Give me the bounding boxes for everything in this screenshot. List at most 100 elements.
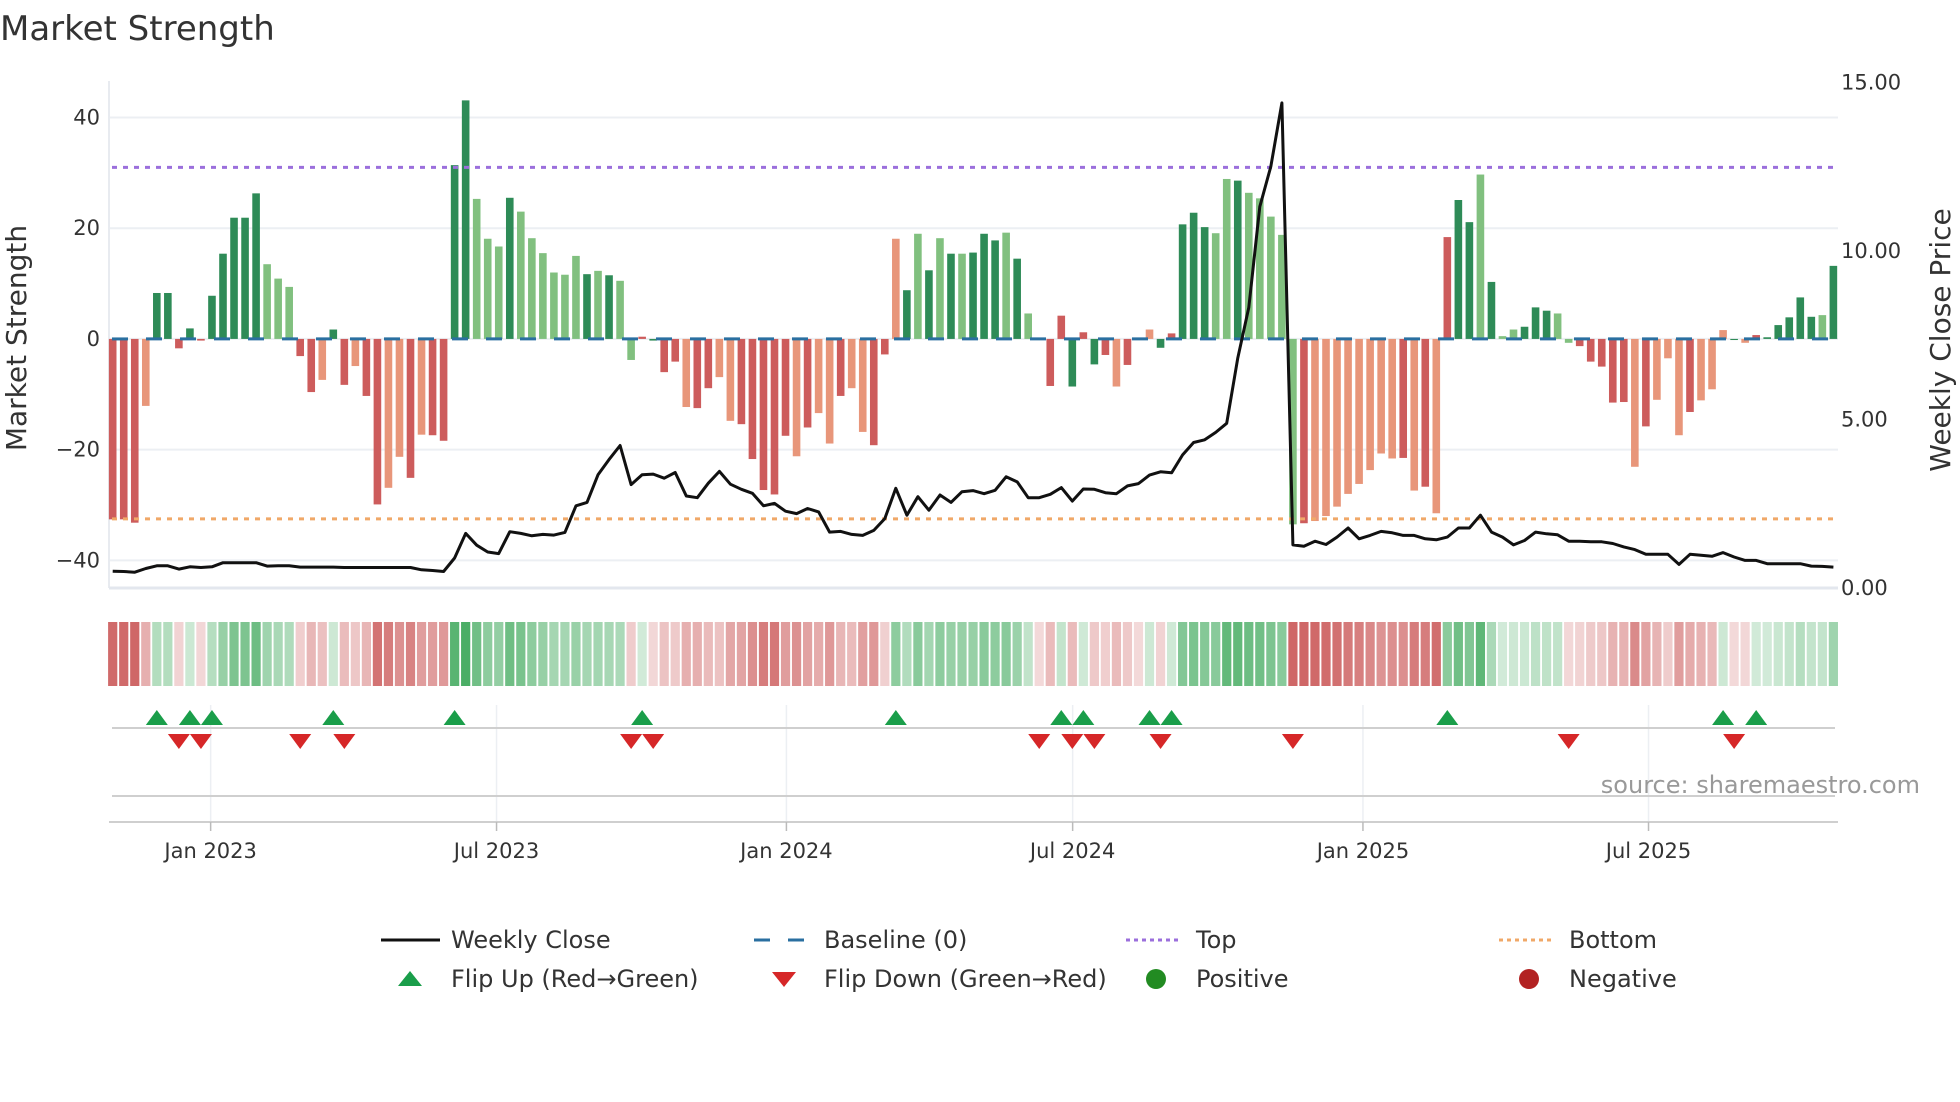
strength-bar (814, 338, 823, 414)
strip-cell (328, 622, 338, 686)
strip-cell (670, 622, 680, 686)
source-credit: source: sharemaestro.com (1601, 771, 1920, 799)
strength-bar (583, 274, 591, 339)
strength-bar (969, 252, 977, 339)
strip-cell (108, 622, 118, 686)
strength-bar (1476, 174, 1485, 339)
flip-up-marker (178, 710, 201, 725)
strip-cell (1464, 622, 1474, 686)
strip-cell (1023, 622, 1033, 686)
x-tick-label: Jan 2025 (1315, 839, 1410, 863)
strip-cell (814, 622, 824, 686)
strength-bar (208, 295, 216, 339)
strength-bar (660, 338, 668, 373)
strength-bar (627, 338, 635, 360)
strip-cell (1553, 622, 1563, 686)
legend-item-negative: Negative (1519, 965, 1677, 993)
strip-cell (1409, 622, 1419, 686)
x-tick-label: Jul 2025 (1604, 839, 1691, 863)
strip-cell (1078, 622, 1088, 686)
strength-bar (1553, 313, 1562, 339)
strip-cell (1475, 622, 1486, 686)
strength-bar (869, 338, 878, 446)
legend-item-positive: Positive (1146, 965, 1289, 993)
strip-cell (637, 622, 647, 686)
flip-marker-panel (109, 705, 1838, 823)
legend-item-baseline: Baseline (0) (754, 926, 967, 954)
strip-cell (1652, 622, 1662, 686)
flip-up-marker (145, 710, 168, 725)
strength-bar (1013, 258, 1021, 339)
flip-up-marker (443, 710, 466, 725)
strength-bar (1024, 313, 1032, 339)
strip-cell (383, 622, 394, 686)
strength-bar (1410, 338, 1419, 491)
strip-cell (758, 622, 769, 686)
strength-bar (737, 338, 746, 425)
legend-item-flip-down: Flip Down (Green→Red) (772, 965, 1107, 993)
strip-cell (957, 622, 967, 686)
strip-cell (1729, 622, 1739, 686)
flip-up-marker (1712, 710, 1735, 725)
strength-bar (263, 264, 271, 339)
strip-cell (1211, 622, 1221, 686)
strip-cell (472, 622, 482, 686)
strength-bar (649, 338, 657, 341)
strength-bar (517, 211, 525, 339)
legend-item-bottom: Bottom (1499, 926, 1657, 954)
strength-bar (704, 338, 713, 389)
strip-cell (1795, 622, 1805, 686)
strip-cell (1266, 622, 1276, 686)
strip-cell (1497, 622, 1508, 686)
strength-bar (836, 338, 845, 396)
strength-bar (141, 338, 150, 406)
legend-label: Baseline (0) (824, 926, 967, 954)
strip-cell (416, 622, 427, 686)
strip-cell (1012, 622, 1022, 686)
strength-bar (825, 338, 834, 444)
strip-cell (648, 622, 658, 686)
flip-down-marker (289, 734, 312, 749)
strip-cell (1299, 622, 1309, 686)
flip-down-marker (1723, 734, 1746, 749)
strength-bar (373, 338, 382, 505)
flip-down-marker (1028, 734, 1051, 749)
strength-bar (1774, 325, 1783, 339)
strength-bar (1520, 326, 1529, 339)
flip-up-marker (1436, 710, 1459, 725)
strip-cell (769, 622, 780, 686)
strip-cell (130, 622, 140, 686)
strength-bar (1531, 307, 1540, 339)
strength-bar (1355, 338, 1363, 484)
y2-tick-label: 5.00 (1841, 408, 1888, 432)
strip-cell (1222, 622, 1232, 686)
strength-bar (1631, 338, 1639, 467)
strip-cell (836, 622, 846, 686)
strength-bar (1785, 317, 1794, 339)
strip-cell (825, 622, 835, 686)
strip-cell (1100, 622, 1110, 686)
strength-bar (1156, 338, 1165, 348)
flip-down-marker (333, 734, 356, 749)
strip-cell (1354, 622, 1364, 686)
strip-cell (593, 622, 603, 686)
strip-cell (372, 622, 383, 686)
strength-bar (1399, 338, 1408, 458)
strip-cell (461, 622, 471, 686)
strength-bar (605, 275, 613, 339)
strip-cell (240, 622, 250, 686)
strip-cell (1420, 622, 1430, 686)
strength-bar (108, 338, 117, 520)
strength-bar (197, 338, 205, 341)
strength-bar (1675, 338, 1683, 436)
strength-bar (417, 338, 426, 435)
strength-bar (219, 253, 227, 339)
strength-bar (252, 193, 260, 339)
legend-item-flip-up: Flip Up (Red→Green) (398, 965, 699, 993)
flip-up-marker (1160, 710, 1183, 725)
strength-bar (1763, 337, 1771, 339)
legend-label: Negative (1569, 965, 1677, 993)
strength-bar (1300, 338, 1308, 524)
strip-cell (229, 622, 239, 686)
strip-cell (615, 622, 625, 686)
